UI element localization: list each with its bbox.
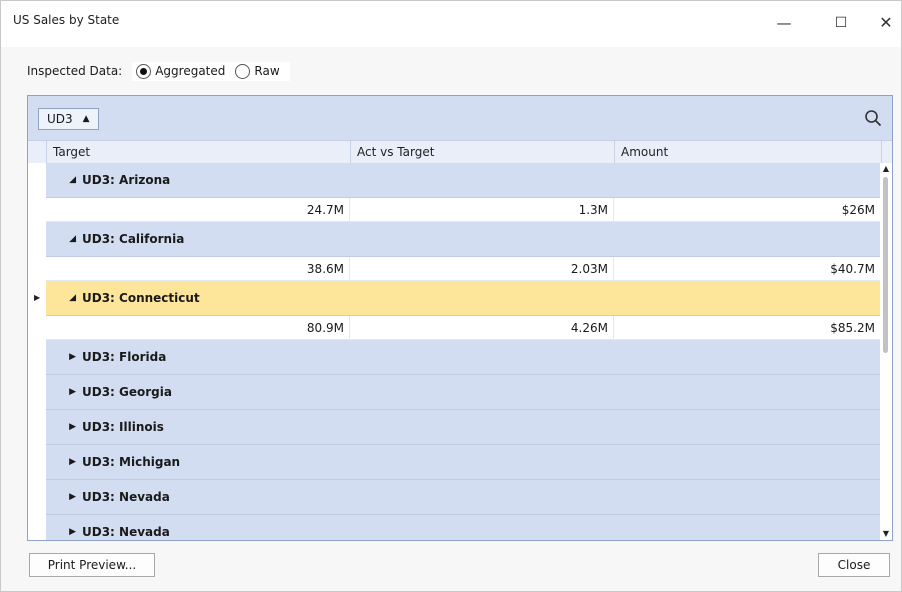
row-indicator-column <box>28 163 47 540</box>
column-header-act-vs-target[interactable]: Act vs Target <box>350 141 614 163</box>
group-row[interactable]: ▶ UD3: Florida <box>46 340 880 375</box>
group-row-label: UD3: Arizona <box>82 173 171 187</box>
radio-raw-dot[interactable] <box>235 63 251 79</box>
group-row[interactable]: ▶ UD3: Georgia <box>46 375 880 410</box>
cell-act-vs-target[interactable]: 2.03M <box>350 257 614 281</box>
group-row[interactable]: ◢ UD3: Connecticut <box>46 281 880 316</box>
triangle-down-icon[interactable]: ◢ <box>46 293 76 303</box>
scroll-down-icon[interactable]: ▼ <box>880 528 892 540</box>
triangle-right-icon[interactable]: ▶ <box>46 492 76 502</box>
cell-amount[interactable]: $40.7M <box>614 257 880 281</box>
group-row[interactable]: ▶ UD3: Nevada <box>46 480 880 515</box>
triangle-right-icon[interactable]: ▶ <box>46 422 76 432</box>
data-row[interactable]: 38.6M 2.03M $40.7M <box>46 257 880 281</box>
triangle-right-icon[interactable]: ▶ <box>46 527 76 537</box>
column-header-amount[interactable]: Amount <box>614 141 882 163</box>
sort-ascending-icon: ▲ <box>82 114 90 124</box>
cell-act-vs-target[interactable]: 4.26M <box>350 316 614 340</box>
triangle-right-icon[interactable]: ▶ <box>46 457 76 467</box>
group-row[interactable]: ▶ UD3: Michigan <box>46 445 880 480</box>
triangle-down-icon[interactable]: ◢ <box>46 234 76 244</box>
triangle-right-icon[interactable]: ▶ <box>46 387 76 397</box>
triangle-down-icon[interactable]: ◢ <box>46 175 76 185</box>
window-title: US Sales by State <box>13 13 120 27</box>
triangle-right-icon[interactable]: ▶ <box>46 352 76 362</box>
radio-aggregated[interactable]: Aggregated <box>136 63 226 79</box>
group-by-chip[interactable]: UD3 ▲ <box>38 108 99 130</box>
radio-raw-label: Raw <box>254 64 280 78</box>
column-header-row: Target Act vs Target Amount <box>28 140 892 164</box>
inspected-data-options: Aggregated Raw <box>132 61 290 81</box>
group-row-label: UD3: Illinois <box>82 420 164 434</box>
data-row[interactable]: 80.9M 4.26M $85.2M <box>46 316 880 340</box>
group-row-label: UD3: Florida <box>82 350 167 364</box>
group-row-label: UD3: Nevada <box>82 490 170 504</box>
minimize-button[interactable]: — <box>769 11 799 35</box>
close-button[interactable]: Close <box>818 553 890 577</box>
group-row[interactable]: ◢ UD3: California <box>46 222 880 257</box>
radio-raw[interactable]: Raw <box>235 63 280 79</box>
search-icon[interactable] <box>864 109 882 127</box>
group-row-label: UD3: Connecticut <box>82 291 200 305</box>
group-panel: UD3 ▲ <box>28 96 892 140</box>
data-grid: UD3 ▲ Target Act vs Target Amount ◢ UD3: … <box>27 95 893 541</box>
scroll-thumb[interactable] <box>883 177 888 353</box>
dialog-window: US Sales by State — ☐ ✕ Inspected Data: … <box>0 0 902 592</box>
group-row[interactable]: ▶ UD3: Nevada <box>46 515 880 540</box>
scroll-up-icon[interactable]: ▲ <box>880 163 892 175</box>
cell-amount[interactable]: $85.2M <box>614 316 880 340</box>
window-close-button[interactable]: ✕ <box>871 11 901 35</box>
group-row[interactable]: ◢ UD3: Arizona <box>46 163 880 198</box>
cell-amount[interactable]: $26M <box>614 198 880 222</box>
inspected-data-label: Inspected Data: <box>27 64 123 78</box>
group-row-label: UD3: California <box>82 232 185 246</box>
current-row-pointer-icon: ▶ <box>34 293 41 302</box>
group-row-label: UD3: Nevada <box>82 525 170 539</box>
column-header-target[interactable]: Target <box>46 141 350 163</box>
maximize-button[interactable]: ☐ <box>826 11 856 35</box>
radio-aggregated-label: Aggregated <box>155 64 226 78</box>
radio-aggregated-dot[interactable] <box>136 63 152 79</box>
cell-target[interactable]: 24.7M <box>46 198 350 222</box>
print-preview-button[interactable]: Print Preview... <box>29 553 155 577</box>
cell-act-vs-target[interactable]: 1.3M <box>350 198 614 222</box>
vertical-scrollbar[interactable]: ▲ ▼ <box>880 163 892 540</box>
group-row-label: UD3: Georgia <box>82 385 172 399</box>
inspected-data-row: Inspected Data: Aggregated Raw <box>27 59 290 83</box>
group-row-label: UD3: Michigan <box>82 455 181 469</box>
cell-target[interactable]: 80.9M <box>46 316 350 340</box>
cell-target[interactable]: 38.6M <box>46 257 350 281</box>
data-row[interactable]: 24.7M 1.3M $26M <box>46 198 880 222</box>
group-row[interactable]: ▶ UD3: Illinois <box>46 410 880 445</box>
grid-rows: ◢ UD3: Arizona 24.7M 1.3M $26M ◢ UD3: Californ… <box>28 163 880 540</box>
group-by-label: UD3 <box>47 112 73 126</box>
title-bar: US Sales by State — ☐ ✕ <box>1 1 901 47</box>
